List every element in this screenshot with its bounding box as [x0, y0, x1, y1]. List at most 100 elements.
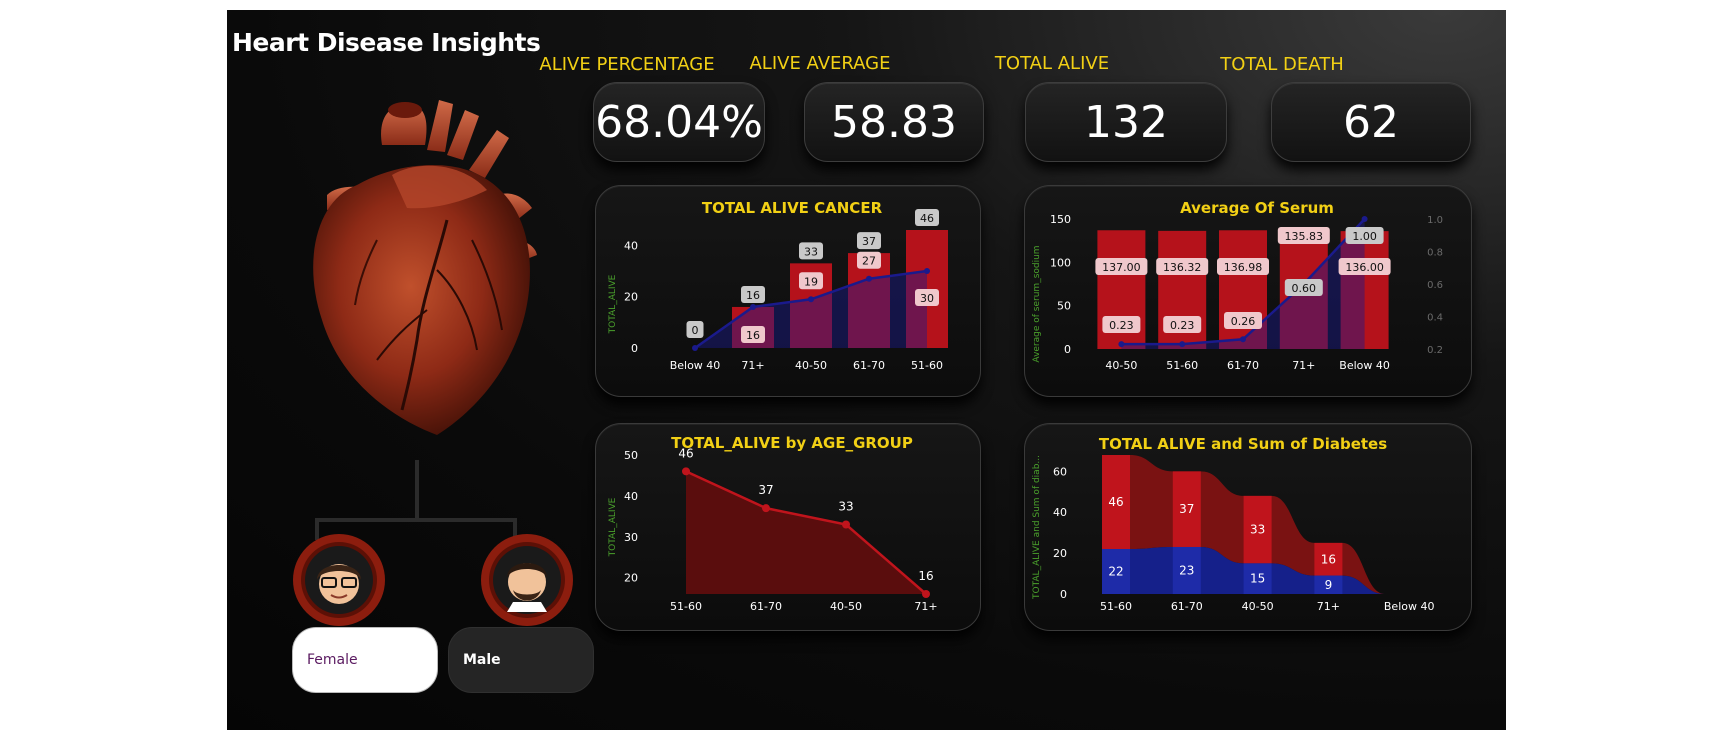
- line-data-label: 0.60: [1292, 282, 1317, 295]
- female-filter-button[interactable]: Female: [292, 627, 438, 693]
- kpi-value-alive-average: 58.83: [831, 96, 957, 148]
- data-label: 33: [838, 500, 853, 514]
- y2-tick-label: 0.4: [1427, 313, 1443, 324]
- chart-panel-average-serum: Average Of Serum Average of serum_sodium…: [1024, 185, 1472, 397]
- y-axis-label: Average of serum_sodium: [1032, 245, 1042, 362]
- x-tick-label: Below 40: [1384, 600, 1435, 613]
- data-label: 16: [1321, 552, 1336, 566]
- y-tick-label: 30: [624, 531, 638, 544]
- y2-tick-label: 0.8: [1427, 248, 1443, 259]
- data-label: 9: [1325, 578, 1333, 592]
- data-label: 33: [1250, 523, 1265, 537]
- y-tick-label: 50: [1057, 300, 1071, 313]
- chart-title: Average Of Serum: [1180, 199, 1334, 217]
- line-point: [1240, 336, 1246, 343]
- data-label: 46: [1108, 495, 1123, 509]
- line-data-label: 0.23: [1109, 319, 1134, 332]
- kpi-card-alive-average: 58.83: [804, 82, 984, 162]
- y-axis-label: TOTAL_ALIVE: [608, 497, 618, 557]
- data-label: 15: [1250, 572, 1265, 586]
- x-tick-label: 61-70: [1171, 600, 1203, 613]
- connector-lines: [315, 460, 517, 540]
- bar-data-label: 136.32: [1163, 261, 1202, 274]
- data-label: 37: [1179, 502, 1194, 516]
- kpi-card-total-death: 62: [1271, 82, 1471, 162]
- y-tick-label: 0: [1064, 343, 1071, 356]
- chart-title: TOTAL ALIVE and Sum of Diabetes: [1099, 435, 1387, 453]
- line-point: [808, 296, 814, 303]
- line-point: [682, 467, 690, 476]
- line-data-label: 1.00: [1352, 230, 1377, 243]
- y-tick-label: 20: [624, 572, 638, 585]
- y-tick-label: 40: [624, 239, 638, 252]
- line-point: [1118, 341, 1125, 348]
- x-tick-label: Below 40: [670, 359, 721, 372]
- line-point: [1179, 341, 1186, 348]
- kpi-label-alive-average: ALIVE AVERAGE: [749, 53, 891, 74]
- kpi-value-total-alive: 132: [1084, 96, 1168, 148]
- y2-tick-label: 1.0: [1427, 215, 1443, 226]
- x-tick-label: 51-60: [1100, 600, 1132, 613]
- bar-data-label: 137.00: [1102, 261, 1141, 274]
- x-tick-label: 61-70: [750, 600, 782, 613]
- line-data-label: 0.23: [1170, 319, 1195, 332]
- data-label: 23: [1179, 563, 1194, 577]
- bar-data-label: 33: [804, 245, 818, 258]
- y-tick-label: 40: [1053, 506, 1067, 519]
- bar-data-label: 136.00: [1345, 261, 1384, 274]
- y-tick-label: 0: [631, 342, 638, 355]
- chart-alive-by-age: TOTAL_ALIVE by AGE_GROUP TOTAL_ALIVE 20 3…: [608, 434, 938, 613]
- kpi-label-alive-percentage: ALIVE PERCENTAGE: [539, 54, 715, 75]
- y2-tick-label: 0.2: [1427, 345, 1443, 356]
- line-point: [750, 303, 756, 310]
- x-tick-label: 71+: [741, 359, 764, 372]
- y-tick-label: 50: [624, 449, 638, 462]
- x-tick-label: 51-60: [911, 359, 943, 372]
- x-tick-label: 51-60: [670, 600, 702, 613]
- male-avatar: [481, 534, 573, 626]
- y-axis-label: TOTAL_ALIVE: [608, 274, 618, 334]
- line-point: [922, 590, 930, 598]
- line-data-label: 16: [746, 329, 760, 342]
- y-tick-label: 150: [1050, 213, 1071, 226]
- x-tick-label: 61-70: [853, 359, 885, 372]
- line-data-label: 30: [920, 292, 934, 305]
- y-tick-label: 20: [1053, 547, 1067, 560]
- x-tick-label: 40-50: [795, 359, 827, 372]
- line-data-label: 0: [692, 324, 699, 337]
- y2-tick-label: 0.6: [1427, 280, 1443, 291]
- line-data-label: 0.26: [1231, 315, 1256, 328]
- line-point: [762, 504, 770, 513]
- x-tick-label: 40-50: [1242, 600, 1274, 613]
- bar-data-label: 46: [920, 212, 934, 225]
- y-tick-label: 100: [1050, 256, 1071, 269]
- line-point: [1361, 216, 1368, 222]
- line-point: [692, 345, 698, 351]
- x-tick-label: Below 40: [1339, 359, 1390, 372]
- chart-panel-total-alive-cancer: TOTAL ALIVE CANCER TOTAL_ALIVE 0 20 40 Belo…: [595, 185, 981, 397]
- kpi-value-alive-percentage: 68.04%: [595, 96, 763, 148]
- x-tick-label: 51-60: [1166, 359, 1198, 372]
- kpi-label-total-alive: TOTAL ALIVE: [994, 53, 1110, 74]
- page-title: Heart Disease Insights: [232, 28, 541, 57]
- line-data-label: 19: [804, 275, 818, 288]
- dashboard-canvas: Heart Disease Insights ALIVE PERCENTAGE …: [227, 10, 1506, 730]
- kpi-card-alive-percentage: 68.04%: [593, 82, 765, 162]
- male-filter-label: Male: [463, 652, 501, 668]
- y-tick-label: 20: [624, 291, 638, 304]
- y-tick-label: 60: [1053, 465, 1067, 478]
- bar-data-label: 135.83: [1285, 230, 1324, 243]
- kpi-label-total-death: TOTAL DEATH: [1220, 54, 1344, 75]
- line-point: [866, 275, 872, 282]
- chart-panel-alive-by-age: TOTAL_ALIVE by AGE_GROUP TOTAL_ALIVE 20 3…: [595, 423, 981, 631]
- male-filter-button[interactable]: Male: [448, 627, 594, 693]
- area-fill: [686, 471, 926, 594]
- line-data-label: 27: [862, 255, 876, 268]
- chart-panel-alive-diabetes: TOTAL ALIVE and Sum of Diabetes TOTAL_AL…: [1024, 423, 1472, 631]
- x-tick-label: 40-50: [830, 600, 862, 613]
- line-point: [924, 268, 930, 275]
- x-tick-label: 71+: [914, 600, 937, 613]
- chart-total-alive-cancer: TOTAL ALIVE CANCER TOTAL_ALIVE 0 20 40 Belo…: [608, 199, 948, 372]
- heart-illustration: [313, 100, 537, 435]
- line-point: [842, 520, 850, 529]
